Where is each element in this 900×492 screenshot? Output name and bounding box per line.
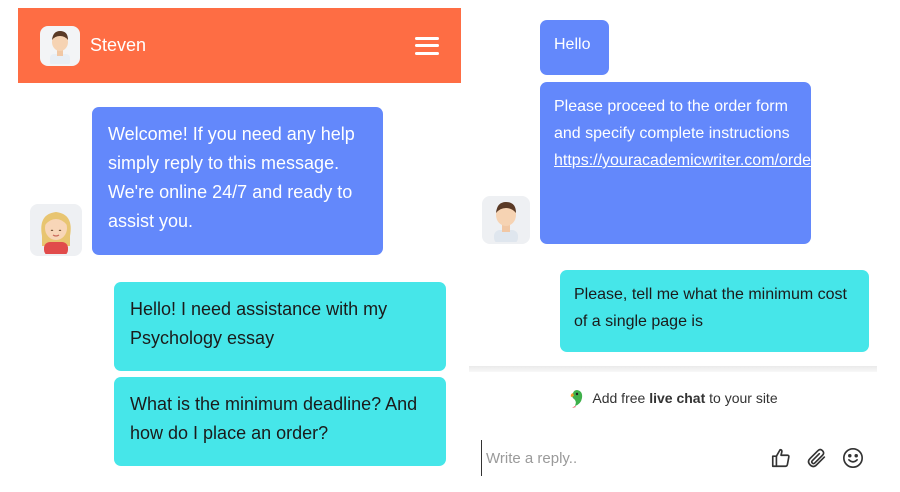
reply-bar [469,440,877,476]
agent-avatar [482,196,530,244]
thumbs-up-icon[interactable] [769,446,793,470]
hamburger-menu-icon[interactable] [415,36,439,55]
smiley-icon[interactable] [841,446,865,470]
paperclip-icon[interactable] [805,446,829,470]
promo-bold: live chat [649,390,706,407]
agent-avatar [40,25,80,66]
agent-name: Steven [90,35,147,55]
agent-avatar-female [30,204,82,256]
agent-order-message: Please proceed to the order form and spe… [540,82,816,244]
agent-order-text: Please proceed to the order form and spe… [554,98,790,142]
divider [469,366,877,372]
user-message: Hello! I need assistance with my Psychol… [114,282,446,371]
user-message: Please, tell me what the minimum cost of… [560,270,869,352]
agent-hello-message: Hello [540,20,609,75]
promo-banner[interactable]: Add free live chat to your site [469,388,877,411]
user-message: What is the minimum deadline? And how do… [114,377,446,466]
promo-suffix: to your site [705,390,778,407]
promo-prefix: Add free [592,390,650,407]
order-link[interactable]: https://youracademicwriter.com/order [554,152,816,169]
agent-welcome-message: Welcome! If you need any help simply rep… [92,107,383,255]
parrot-logo-icon [568,388,586,411]
chat-header: Steven [18,8,461,83]
reply-input[interactable] [481,440,757,476]
